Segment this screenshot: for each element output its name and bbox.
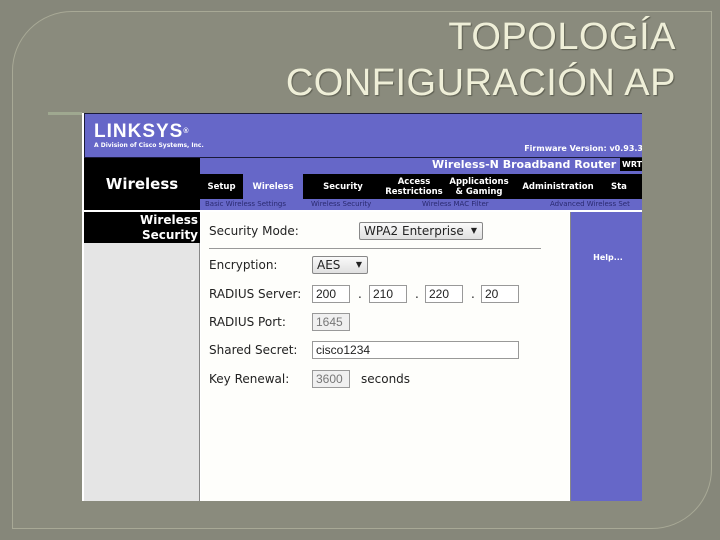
trademark: ®	[183, 128, 190, 135]
shared-secret-input[interactable]	[312, 341, 519, 359]
linksys-logo: LINKSYS® A Division of Cisco Systems, In…	[94, 121, 204, 149]
radius-port-label: RADIUS Port:	[209, 315, 286, 329]
router-screenshot: LINKSYS® A Division of Cisco Systems, In…	[82, 113, 642, 501]
shared-secret-label: Shared Secret:	[209, 343, 298, 357]
subtab-wireless-security[interactable]: Wireless Security	[311, 199, 371, 210]
slide-title-line-1: TOPOLOGÍA	[448, 16, 676, 58]
encryption-value: AES	[317, 258, 341, 272]
sidebar-label: Wireless Security	[84, 212, 200, 243]
model-badge: WRT	[620, 158, 642, 171]
section-title: Wireless	[84, 158, 200, 210]
encryption-select[interactable]: AES ▼	[312, 256, 368, 274]
sidebar-label-line-2: Security	[141, 228, 198, 242]
settings-form: Security Mode: WPA2 Enterprise ▼ Encrypt…	[201, 212, 569, 501]
product-name: Wireless-N Broadband Router	[432, 158, 617, 171]
subtab-wireless-mac-filter[interactable]: Wireless MAC Filter	[422, 199, 489, 210]
tab-applications-gaming[interactable]: Applications & Gaming	[445, 174, 513, 199]
ip-separator: .	[415, 287, 419, 301]
key-renewal-unit: seconds	[361, 372, 411, 386]
key-renewal-input[interactable]	[312, 370, 350, 388]
key-renewal-label: Key Renewal:	[209, 372, 290, 386]
help-panel: Help...	[570, 212, 642, 501]
radius-server-label: RADIUS Server:	[209, 287, 302, 301]
subtab-advanced-wireless-settings[interactable]: Advanced Wireless Set	[550, 199, 630, 210]
title-rule	[48, 112, 82, 115]
chevron-down-icon: ▼	[355, 260, 362, 269]
navigation-bar: Wireless Wireless-N Broadband Router WRT…	[84, 158, 642, 210]
chevron-down-icon: ▼	[470, 226, 477, 235]
tab-administration[interactable]: Administration	[513, 174, 603, 199]
tab-status[interactable]: Sta	[603, 174, 642, 199]
radius-port-input[interactable]	[312, 313, 350, 331]
tab-access-restrictions[interactable]: Access Restrictions	[383, 174, 445, 199]
radius-server-octet-3[interactable]	[425, 285, 463, 303]
firmware-version: Firmware Version: v0.93.3	[524, 144, 642, 153]
security-mode-value: WPA2 Enterprise	[364, 224, 464, 238]
security-mode-label: Security Mode:	[209, 224, 299, 238]
brand-subtitle: A Division of Cisco Systems, Inc.	[94, 142, 204, 149]
sidebar: Wireless Security	[84, 212, 200, 501]
brand-name: LINKSYS	[94, 121, 184, 142]
help-link[interactable]: Help...	[571, 253, 642, 262]
router-header: LINKSYS® A Division of Cisco Systems, In…	[84, 113, 642, 158]
tab-setup[interactable]: Setup	[200, 174, 243, 199]
sidebar-label-line-1: Wireless	[140, 213, 198, 227]
encryption-label: Encryption:	[209, 258, 278, 272]
radius-server-octet-4[interactable]	[481, 285, 519, 303]
security-mode-select[interactable]: WPA2 Enterprise ▼	[359, 222, 483, 240]
ip-separator: .	[358, 287, 362, 301]
radius-server-octet-2[interactable]	[369, 285, 407, 303]
slide-title-line-2: CONFIGURACIÓN AP	[285, 62, 676, 104]
ip-separator: .	[471, 287, 475, 301]
radius-server-octet-1[interactable]	[312, 285, 350, 303]
tab-wireless[interactable]: Wireless	[243, 174, 303, 199]
tab-security[interactable]: Security	[303, 174, 383, 199]
divider	[209, 248, 541, 249]
slide-title: TOPOLOGÍA CONFIGURACIÓN AP	[286, 14, 676, 106]
sub-tabs: Basic Wireless Settings Wireless Securit…	[200, 199, 642, 210]
subtab-basic-wireless-settings[interactable]: Basic Wireless Settings	[205, 199, 286, 210]
main-tabs: Setup Wireless Security Access Restricti…	[200, 174, 642, 199]
